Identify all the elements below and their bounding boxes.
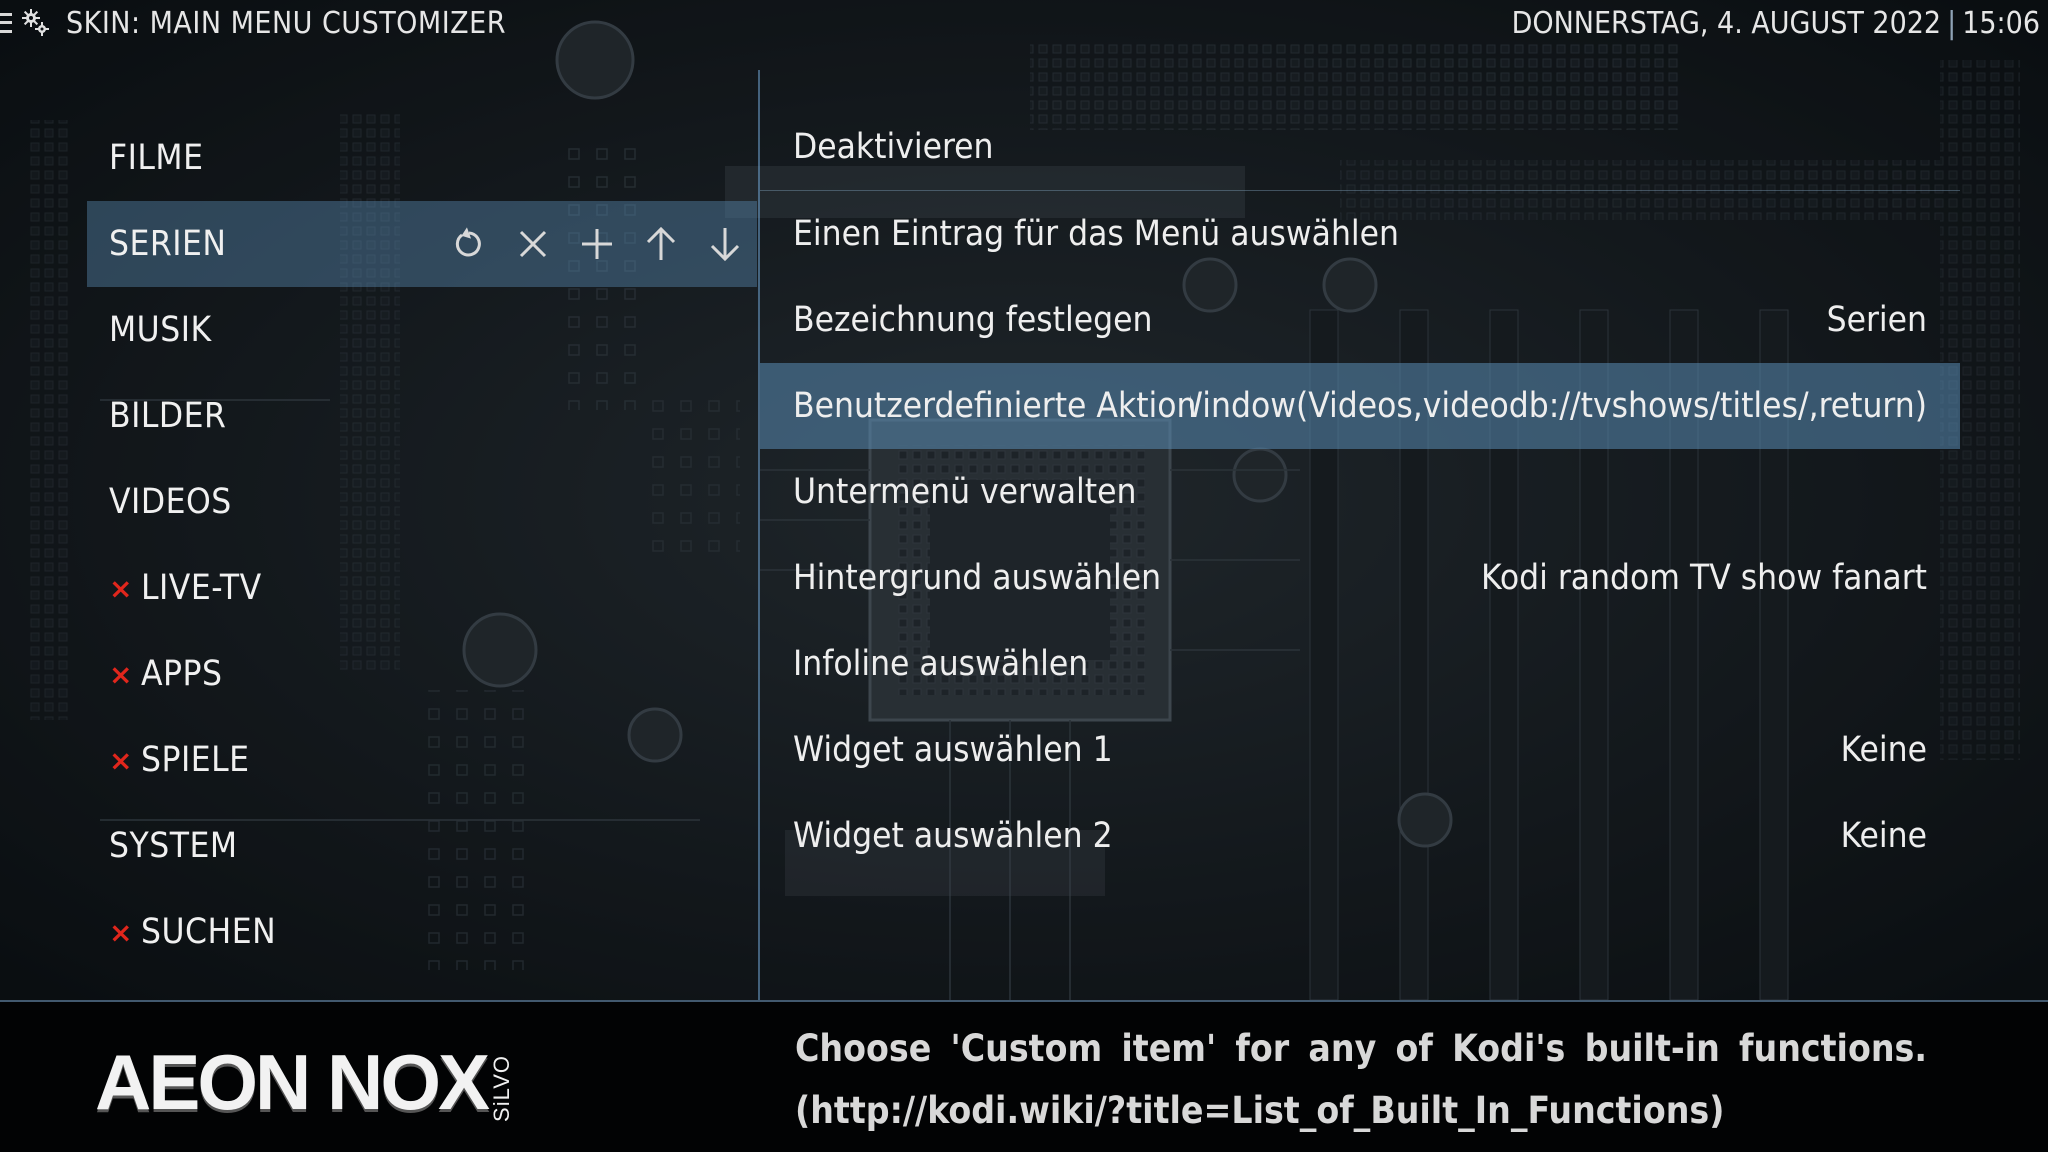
disabled-marker-icon: × — [109, 743, 133, 777]
menu-item-musik[interactable]: MUSIK — [87, 287, 757, 373]
menu-item-label: SERIEN — [109, 224, 227, 264]
option-value: Kodi random TV show fanart — [1480, 558, 1927, 598]
menu-item-apps[interactable]: × APPS — [87, 631, 757, 717]
menu-item-label: SYSTEM — [109, 826, 238, 866]
add-icon — [582, 229, 612, 259]
add-button[interactable] — [565, 201, 629, 287]
current-date: DONNERSTAG, 4. AUGUST 2022 — [1511, 5, 1942, 41]
main-menu-items-list: FILME SERIEN MUSIK BILDER VIDEOS × LIVE-… — [87, 115, 757, 975]
option-label: Benutzerdefinierte Aktion — [793, 386, 1197, 426]
option-label: Deaktivieren — [793, 127, 994, 167]
menu-item-label: SPIELE — [140, 740, 250, 780]
help-line-2: (http://kodi.wiki/?title=List_of_Built_I… — [795, 1089, 1725, 1132]
help-description: Choose 'Custom item' for any of Kodi's b… — [795, 1018, 1927, 1142]
menu-item-videos[interactable]: VIDEOS — [87, 459, 757, 545]
help-line-1: Choose 'Custom item' for any of Kodi's b… — [795, 1027, 1927, 1070]
option-custom-action[interactable]: Benutzerdefinierte Aktion ActivateWindow… — [760, 363, 1960, 449]
option-set-label[interactable]: Bezeichnung festlegen Serien — [760, 277, 1960, 363]
option-deaktivieren[interactable]: Deaktivieren — [760, 104, 1960, 191]
menu-item-label: SUCHEN — [140, 912, 277, 952]
option-value: ActivateWindow(Videos,videodb://tvshows/… — [1190, 386, 1927, 426]
option-manage-submenu[interactable]: Untermenü verwalten — [760, 449, 1960, 535]
item-options-list: Deaktivieren Einen Eintrag für das Menü … — [760, 104, 1960, 879]
logo-subtext: SiLVO — [489, 1055, 515, 1122]
skin-customizer-screen: SKIN: MAIN MENU CUSTOMIZER DONNERSTAG, 4… — [0, 0, 2048, 1152]
disabled-marker-icon: × — [109, 571, 133, 605]
move-down-icon — [710, 228, 740, 262]
menu-item-bilder[interactable]: BILDER — [87, 373, 757, 459]
option-choose-background[interactable]: Hintergrund auswählen Kodi random TV sho… — [760, 535, 1960, 621]
option-label: Untermenü verwalten — [793, 472, 1137, 512]
move-up-icon — [646, 226, 676, 260]
top-bar-left: SKIN: MAIN MENU CUSTOMIZER — [0, 5, 506, 41]
menu-item-filme[interactable]: FILME — [87, 115, 757, 201]
delete-button[interactable] — [501, 201, 565, 287]
delete-icon — [519, 230, 547, 258]
menu-item-label: FILME — [109, 138, 204, 178]
option-label: Infoline auswählen — [793, 644, 1089, 684]
reset-button[interactable] — [437, 201, 501, 287]
menu-item-system[interactable]: SYSTEM — [87, 803, 757, 889]
menu-item-live-tv[interactable]: × LIVE-TV — [87, 545, 757, 631]
option-value: Serien — [1826, 300, 1927, 340]
window-title: SKIN: MAIN MENU CUSTOMIZER — [66, 5, 506, 41]
current-time: 15:06 — [1962, 5, 2040, 41]
menu-item-label: BILDER — [109, 396, 227, 436]
menu-item-suchen[interactable]: × SUCHEN — [87, 889, 757, 975]
option-value: Keine — [1840, 816, 1927, 856]
date-time-separator: | — [1947, 5, 1957, 41]
option-choose-infoline[interactable]: Infoline auswählen — [760, 621, 1960, 707]
menu-item-spiele[interactable]: × SPIELE — [87, 717, 757, 803]
menu-item-tools — [437, 201, 757, 287]
move-up-button[interactable] — [629, 201, 693, 287]
option-widget-2[interactable]: Widget auswählen 2 Keine — [760, 793, 1960, 879]
settings-gear-icon — [22, 9, 49, 36]
menu-item-label: LIVE-TV — [140, 568, 262, 608]
logo-text: AEON NOX — [95, 1038, 490, 1126]
option-label: Widget auswählen 2 — [793, 816, 1113, 856]
menu-item-serien[interactable]: SERIEN — [87, 201, 757, 287]
reset-icon — [455, 227, 481, 257]
option-label: Widget auswählen 1 — [793, 730, 1113, 770]
option-label: Bezeichnung festlegen — [793, 300, 1153, 340]
disabled-marker-icon: × — [109, 657, 133, 691]
option-label: Einen Eintrag für das Menü auswählen — [793, 214, 1400, 254]
menu-item-label: APPS — [140, 654, 223, 694]
option-widget-1[interactable]: Widget auswählen 1 Keine — [760, 707, 1960, 793]
menu-item-label: MUSIK — [109, 310, 212, 350]
disabled-marker-icon: × — [109, 915, 133, 949]
option-label: Hintergrund auswählen — [793, 558, 1162, 598]
move-down-button[interactable] — [693, 201, 757, 287]
menu-item-label: VIDEOS — [109, 482, 232, 522]
option-choose-item[interactable]: Einen Eintrag für das Menü auswählen — [760, 191, 1960, 277]
date-time: DONNERSTAG, 4. AUGUST 2022 | 15:06 — [1511, 5, 2040, 41]
option-value: Keine — [1840, 730, 1927, 770]
skin-logo: AEON NOX SiLVO — [95, 1038, 515, 1126]
menu-icon[interactable] — [0, 10, 12, 36]
